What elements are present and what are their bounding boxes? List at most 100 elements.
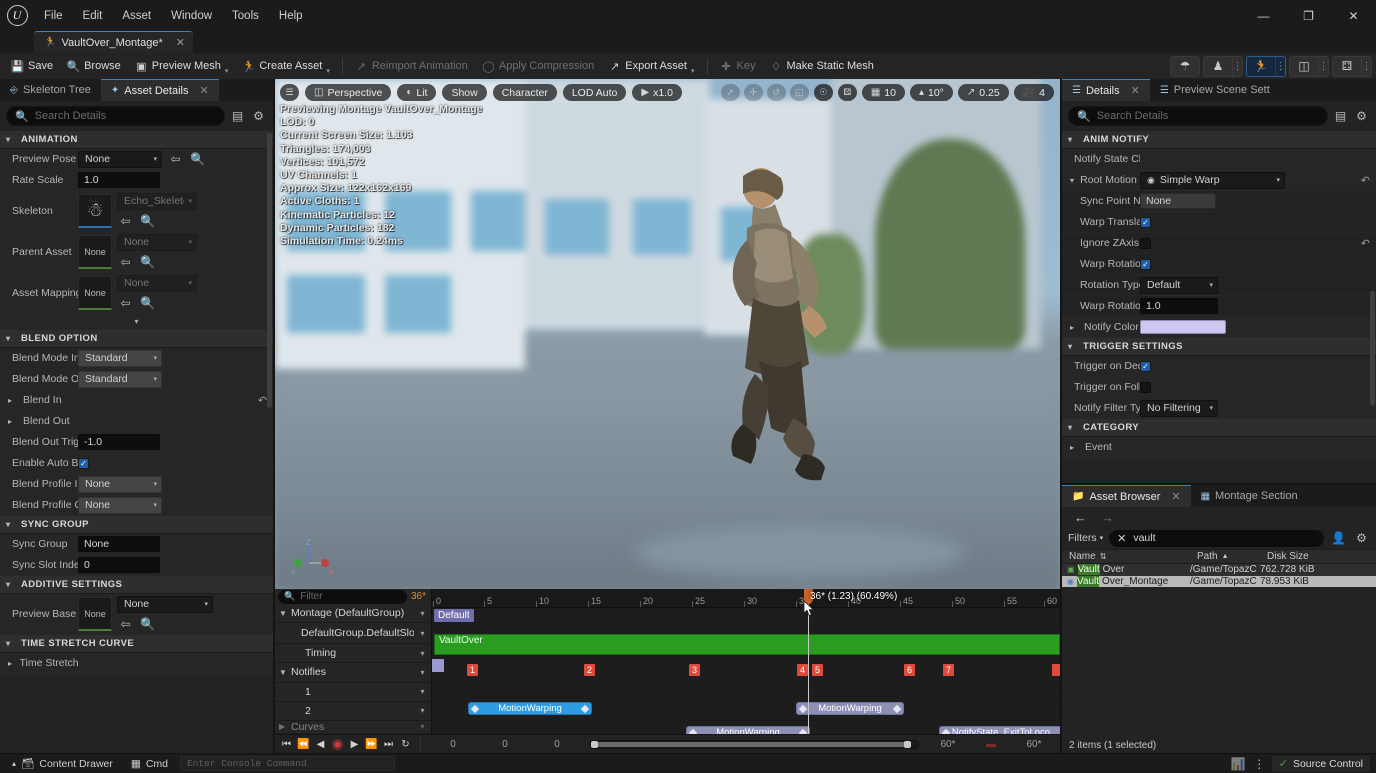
apply-compression-button[interactable]: ◯ Apply Compression bbox=[475, 55, 601, 77]
scale-snap-button[interactable]: ↗ 0.25 bbox=[958, 84, 1009, 101]
console-command-input[interactable]: Enter Console Command bbox=[180, 756, 395, 771]
viewport-menu-icon[interactable]: ☰ bbox=[280, 84, 299, 101]
section-header-animation[interactable]: ▾ ANIMATION bbox=[0, 131, 273, 149]
timing-marker-8[interactable] bbox=[1052, 664, 1060, 676]
section-header-blend-option[interactable]: ▾ BLEND OPTION bbox=[0, 330, 273, 348]
trigger-on-follower-checkbox[interactable]: ✓ bbox=[1140, 382, 1151, 393]
ignore-zaxis-checkbox[interactable]: ✓ bbox=[1140, 238, 1151, 249]
track-label-default-slot[interactable]: DefaultGroup.DefaultSlot ▾ bbox=[275, 623, 431, 644]
tab-details[interactable]: ☰ Details ✕ bbox=[1062, 79, 1150, 101]
preview-base-pose-combo[interactable]: None ▾ bbox=[117, 596, 213, 613]
menu-tools[interactable]: Tools bbox=[222, 8, 269, 24]
chevron-right-icon[interactable]: ▸ bbox=[8, 396, 18, 405]
chevron-down-icon[interactable]: ▼ bbox=[279, 668, 291, 677]
tab-asset-browser[interactable]: 📁 Asset Browser ✕ bbox=[1062, 485, 1191, 507]
save-button[interactable]: 💾 Save bbox=[4, 55, 60, 77]
grid-snap-button[interactable]: ▦ 10 bbox=[862, 84, 905, 101]
blend-mode-in-combo[interactable]: Standard ▾ bbox=[78, 350, 162, 367]
mode-layout[interactable]: ◫ ⋮ bbox=[1289, 56, 1329, 77]
rotation-type-combo[interactable]: Default ▾ bbox=[1140, 277, 1218, 294]
menu-help[interactable]: Help bbox=[269, 8, 313, 24]
notify-filter-type-combo[interactable]: No Filtering ▾ bbox=[1140, 400, 1218, 417]
chevron-down-icon[interactable]: ▾ bbox=[691, 67, 695, 75]
warp-translation-checkbox[interactable]: ✓ bbox=[1140, 217, 1151, 228]
section-header-time-stretch-curve[interactable]: ▾ TIME STRETCH CURVE bbox=[0, 635, 273, 653]
left-panel-scrollbar[interactable] bbox=[267, 133, 272, 408]
step-to-end-icon[interactable]: ⏭ bbox=[380, 735, 397, 753]
track-label-timing[interactable]: Timing ▾ bbox=[275, 644, 431, 663]
timeline-filter-box[interactable]: 🔍 Filter bbox=[278, 590, 407, 604]
chevron-down-icon[interactable]: ▾ bbox=[414, 668, 431, 677]
blend-profile-in-combo[interactable]: None ▾ bbox=[78, 476, 162, 493]
source-control-button[interactable]: ✓ Source Control bbox=[1272, 756, 1370, 772]
sync-point-name-input[interactable]: None bbox=[1140, 193, 1216, 209]
step-to-beginning-icon[interactable]: ⏮ bbox=[278, 735, 295, 753]
parent-asset-combo[interactable]: None ▾ bbox=[117, 234, 197, 251]
browse-to-asset-icon[interactable]: ⇦ bbox=[117, 254, 134, 271]
transport-total-frames[interactable]: 60* bbox=[1011, 739, 1057, 750]
property-row-blend-in[interactable]: ▸ Blend In ↶ bbox=[0, 390, 273, 411]
timing-marker-4[interactable]: 4 bbox=[797, 664, 808, 676]
column-header-path[interactable]: Path ▲ bbox=[1190, 551, 1260, 562]
close-button[interactable]: ✕ bbox=[1331, 0, 1376, 31]
socket-snap-icon[interactable]: ⚄ bbox=[838, 84, 857, 101]
chevron-right-icon[interactable]: ▸ bbox=[1070, 443, 1080, 452]
search-icon[interactable]: 🔍 bbox=[139, 254, 156, 271]
timing-marker-1[interactable]: 1 bbox=[467, 664, 478, 676]
transport-value-2[interactable]: 0 bbox=[479, 739, 531, 750]
step-forward-icon[interactable]: ⏩ bbox=[363, 735, 380, 753]
transport-value-3[interactable]: 0 bbox=[531, 739, 583, 750]
section-header-additive-settings[interactable]: ▾ ADDITIVE SETTINGS bbox=[0, 576, 273, 594]
section-header-anim-notify[interactable]: ▾ ANIM NOTIFY bbox=[1062, 131, 1376, 149]
track-label-curves[interactable]: ▶ Curves ▾ bbox=[275, 721, 431, 734]
record-icon[interactable]: ◉ bbox=[329, 735, 346, 753]
preview-pose-as-combo[interactable]: None ▾ bbox=[78, 151, 162, 168]
more-options-icon[interactable]: ⋮ bbox=[1361, 57, 1371, 76]
notify-motionwarping-3[interactable]: MotionWarping bbox=[796, 702, 904, 715]
track-row-notify-1[interactable]: MotionWarping MotionWarping bbox=[432, 697, 1060, 721]
tab-preview-scene-settings[interactable]: ☰ Preview Scene Settings bbox=[1150, 79, 1280, 101]
mode-skeleton-tree[interactable]: ☂ bbox=[1170, 56, 1200, 77]
back-icon[interactable]: ← bbox=[1074, 510, 1087, 525]
viewport-lod-button[interactable]: LOD Auto bbox=[563, 84, 627, 101]
gear-icon[interactable]: ⚙ bbox=[1353, 108, 1370, 125]
timeline-tracks-area[interactable]: 0 5 10 15 20 25 30 35 40 45 50 55 bbox=[432, 589, 1060, 734]
user-icon[interactable]: 👤 bbox=[1330, 530, 1347, 547]
sync-slot-index-input[interactable]: 0 bbox=[78, 557, 160, 573]
property-row-time-stretch-curve[interactable]: ▸ Time Stretch Curve bbox=[0, 653, 273, 674]
details-search-box[interactable]: 🔍 bbox=[1068, 106, 1328, 126]
search-icon[interactable]: 🔍 bbox=[139, 616, 156, 633]
viewport-character-button[interactable]: Character bbox=[493, 84, 557, 101]
track-row-notify-2[interactable]: MotionWarping NotifyState_ExitToLoco bbox=[432, 721, 1060, 734]
timing-marker-2[interactable]: 2 bbox=[584, 664, 595, 676]
section-header-category[interactable]: ▾ CATEGORY bbox=[1062, 419, 1376, 437]
viewport-lit-button[interactable]: ◐ Lit bbox=[397, 84, 436, 101]
forward-icon[interactable]: → bbox=[1101, 510, 1114, 525]
chevron-down-icon[interactable]: ▾ bbox=[414, 649, 431, 658]
more-options-icon[interactable]: ⋮ bbox=[1275, 57, 1285, 76]
skeleton-thumbnail[interactable]: ☃ bbox=[78, 194, 112, 228]
timeline-horizontal-scrollbar[interactable] bbox=[589, 740, 919, 749]
close-icon[interactable]: ✕ bbox=[1171, 490, 1180, 503]
make-static-mesh-button[interactable]: ♢ Make Static Mesh bbox=[762, 55, 880, 77]
notify-motionwarping-2[interactable]: MotionWarping bbox=[686, 726, 810, 734]
transport-value-1[interactable]: 0 bbox=[427, 739, 479, 750]
browse-to-asset-icon[interactable]: ⇦ bbox=[117, 213, 134, 230]
chevron-down-icon[interactable]: ▾ bbox=[326, 67, 330, 75]
menu-file[interactable]: File bbox=[34, 8, 73, 24]
notify-motionwarping-1[interactable]: MotionWarping bbox=[468, 702, 592, 715]
loop-icon[interactable]: ↻ bbox=[397, 735, 414, 753]
menu-edit[interactable]: Edit bbox=[73, 8, 113, 24]
browse-to-asset-icon[interactable]: ⇦ bbox=[117, 616, 134, 633]
timing-marker-3[interactable]: 3 bbox=[689, 664, 700, 676]
column-header-name[interactable]: Name ⇅ bbox=[1062, 551, 1190, 562]
section-header-trigger-settings[interactable]: ▾ TRIGGER SETTINGS bbox=[1062, 338, 1376, 356]
tab-montage-section[interactable]: ▦ Montage Section bbox=[1191, 485, 1308, 507]
surface-snap-icon[interactable]: ☉ bbox=[814, 84, 833, 101]
search-icon[interactable]: 🔍 bbox=[139, 295, 156, 312]
timing-marker-6[interactable]: 6 bbox=[904, 664, 915, 676]
preview-mesh-button[interactable]: ▣ Preview Mesh ▾ bbox=[128, 55, 236, 77]
clear-icon[interactable]: ✕ bbox=[1117, 532, 1126, 545]
viewport-playrate-button[interactable]: ▶ x1.0 bbox=[632, 84, 682, 101]
notify-exit-to-loco[interactable]: NotifyState_ExitToLoco bbox=[939, 726, 1060, 734]
